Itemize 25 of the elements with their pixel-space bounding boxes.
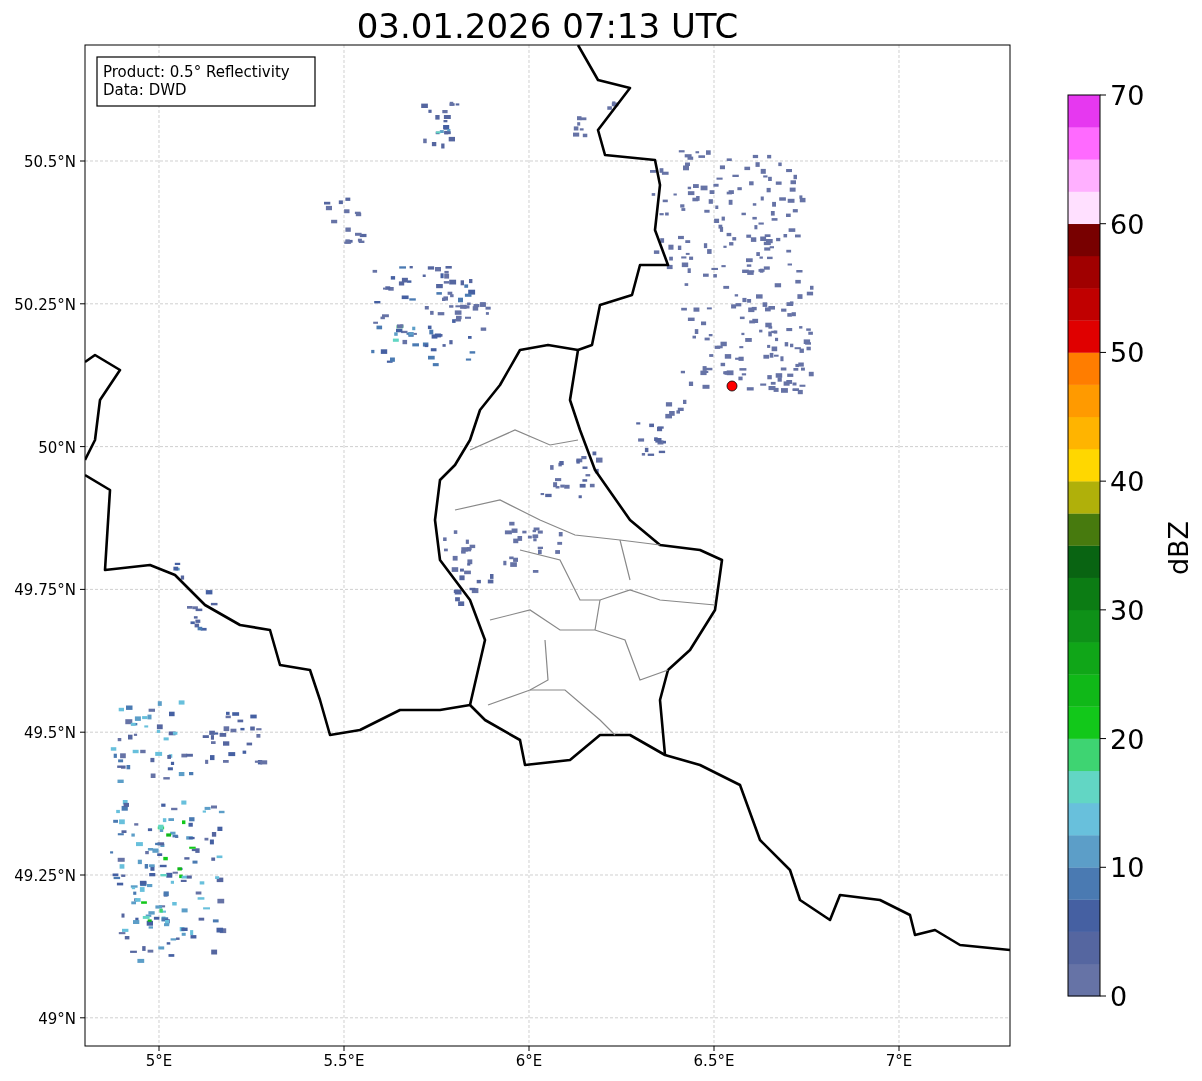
axis-tick-label: 6.5°E [693,1052,735,1070]
axis-tick-label: 50.5°N [23,153,76,171]
axis-tick-label: 49.5°N [23,724,76,743]
axis-tick-label: 50.25°N [14,295,76,314]
axis-tick-label: 6°E [515,1052,543,1070]
colorbar-tick-label: 0 [1110,981,1128,1012]
legend-text: Product: 0.5° Reflectivity [103,63,290,81]
axis-tick-label: 49.25°N [14,867,76,885]
axis-tick-label: 7°E [885,1052,913,1070]
axis-tick-label: 49.75°N [14,581,76,600]
colorbar-tick-label: 20 [1110,723,1145,755]
axis-tick-label: 50°N [38,438,76,457]
colorbar-label: dBZ [1163,520,1194,576]
colorbar-tick-label: 60 [1110,208,1145,240]
axis-tick-label: 5°E [145,1052,173,1070]
colorbar-tick-label: 40 [1110,466,1145,498]
chart-title: 03.01.2026 07:13 UTC [356,6,739,46]
colorbar-tick-label: 30 [1110,594,1145,626]
radar-site-marker [726,380,738,392]
legend-text: Data: DWD [103,81,187,99]
axis-tick-label: 49°N [38,1009,76,1028]
colorbar-tick-label: 70 [1110,80,1145,111]
axis-tick-label: 5.5°E [323,1052,365,1070]
colorbar-tick-label: 10 [1110,852,1145,884]
colorbar-tick-label: 50 [1110,337,1145,369]
